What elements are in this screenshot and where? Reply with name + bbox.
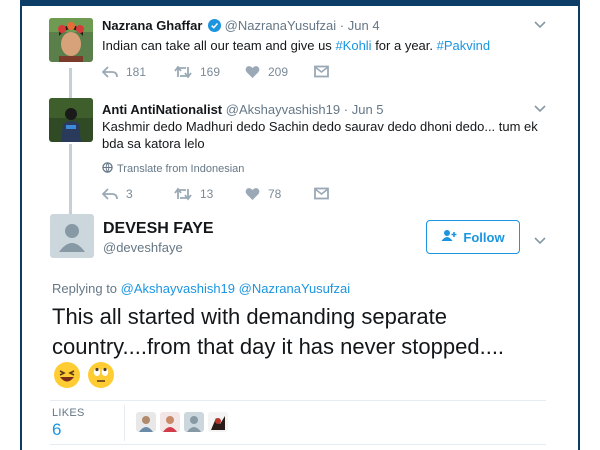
laughing-face-icon	[54, 362, 80, 388]
avatar[interactable]	[49, 18, 93, 62]
retweet-icon	[174, 65, 192, 79]
reply-button[interactable]: 3	[102, 187, 133, 201]
liker-avatar[interactable]	[184, 412, 204, 432]
like-button[interactable]: 78	[245, 187, 281, 201]
envelope-icon	[314, 65, 329, 78]
translate-link[interactable]: Translate from Indonesian	[102, 162, 244, 176]
main-tweet-text: This all started with demanding separate…	[52, 302, 522, 392]
timestamp[interactable]: Jun 5	[352, 102, 384, 117]
stats-separator	[124, 405, 125, 441]
display-name[interactable]: Anti AntiNationalist	[102, 102, 222, 117]
timestamp[interactable]: Jun 4	[348, 18, 380, 33]
tweet-actions: 3 13 78	[102, 187, 362, 203]
retweet-button[interactable]: 13	[174, 187, 213, 201]
verified-badge-icon	[208, 19, 222, 36]
tweet-actions: 181 169 209	[102, 65, 362, 81]
translate-label: Translate from Indonesian	[117, 163, 245, 175]
left-frame	[0, 0, 22, 450]
reply-count: 3	[126, 187, 133, 201]
tweet-nazrana[interactable]: Nazrana Ghaffar @NazranaYusufzai · Jun 4…	[24, 6, 576, 94]
chevron-down-icon[interactable]	[534, 18, 546, 32]
reply-icon	[102, 65, 118, 79]
like-button[interactable]: 209	[245, 65, 288, 79]
replying-to: Replying to @Akshayvashish19 @NazranaYus…	[52, 281, 350, 296]
follow-user-icon	[441, 229, 457, 245]
separator-dot: ·	[343, 102, 349, 117]
envelope-icon	[314, 187, 329, 200]
stats-divider-top	[50, 400, 546, 401]
hashtag-link[interactable]: #Pakvind	[437, 38, 490, 53]
handle[interactable]: @Akshayvashish19	[226, 102, 340, 117]
tweet-text-part: for a year.	[371, 38, 437, 53]
tweet-anti-antinationalist[interactable]: Anti AntiNationalist @Akshayvashish19 · …	[24, 94, 576, 206]
reply-button[interactable]: 181	[102, 65, 146, 79]
separator-dot: ·	[339, 18, 345, 33]
retweet-count: 13	[200, 187, 214, 201]
main-tweet-text-body: This all started with demanding separate…	[52, 304, 505, 359]
likes-count[interactable]: 6	[52, 420, 61, 440]
tweet-header: Anti AntiNationalist @Akshayvashish19 · …	[102, 102, 384, 118]
direct-message-button[interactable]	[314, 65, 329, 78]
like-count: 209	[268, 65, 289, 79]
avatar[interactable]	[49, 98, 93, 142]
chevron-down-icon[interactable]	[534, 102, 546, 116]
retweet-icon	[174, 187, 192, 201]
reply-handle-link[interactable]: @Akshayvashish19	[121, 281, 235, 296]
reply-count: 181	[126, 65, 147, 79]
likes-label[interactable]: LIKES	[52, 407, 85, 419]
default-avatar[interactable]	[50, 214, 94, 258]
globe-icon	[102, 162, 113, 176]
reply-handle-link[interactable]: @NazranaYusufzai	[239, 281, 350, 296]
heart-icon	[245, 187, 260, 201]
right-frame	[578, 0, 600, 450]
rolling-eyes-face-icon	[88, 362, 115, 388]
liker-avatar[interactable]	[160, 412, 180, 432]
follow-label: Follow	[463, 229, 505, 245]
retweet-button[interactable]: 169	[174, 65, 220, 79]
handle[interactable]: @deveshfaye	[103, 240, 183, 255]
like-count: 78	[268, 187, 282, 201]
tweet-header: Nazrana Ghaffar @NazranaYusufzai · Jun 4	[102, 18, 380, 36]
hashtag-link[interactable]: #Kohli	[335, 38, 371, 53]
main-tweet: DEVESH FAYE @deveshfaye Follow Replying …	[24, 210, 576, 450]
display-name[interactable]: Nazrana Ghaffar	[102, 18, 202, 33]
liker-avatar[interactable]	[136, 412, 156, 432]
tweet-text: Indian can take all our team and give us…	[102, 37, 490, 54]
reply-icon	[102, 187, 118, 201]
follow-button[interactable]: Follow	[426, 220, 520, 254]
liker-avatar[interactable]	[208, 412, 228, 432]
chevron-down-icon[interactable]	[534, 234, 546, 248]
tweet-text-part: Indian can take all our team and give us	[102, 38, 336, 53]
replying-prefix: Replying to	[52, 281, 121, 296]
stats-divider-bottom	[50, 444, 546, 445]
display-name[interactable]: DEVESH FAYE	[103, 220, 214, 238]
heart-icon	[245, 65, 260, 79]
retweet-count: 169	[200, 65, 221, 79]
handle[interactable]: @NazranaYusufzai	[225, 18, 336, 33]
tweet-thread: Nazrana Ghaffar @NazranaYusufzai · Jun 4…	[24, 6, 576, 450]
direct-message-button[interactable]	[314, 187, 329, 200]
tweet-text: Kashmir dedo Madhuri dedo Sachin dedo sa…	[102, 119, 538, 151]
